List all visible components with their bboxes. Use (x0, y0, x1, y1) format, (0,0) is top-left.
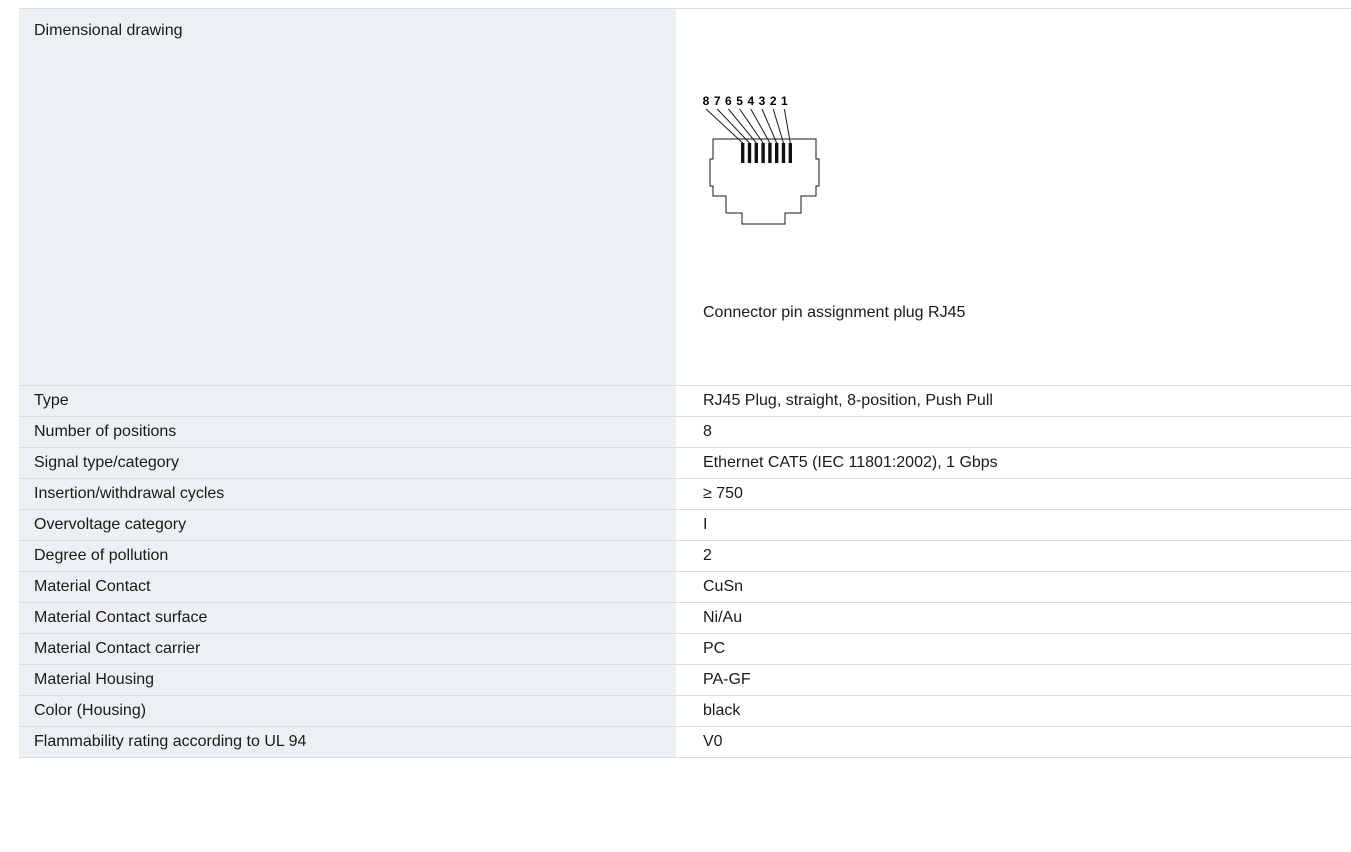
spec-value: 2 (676, 540, 1351, 572)
table-row: Material Contact carrier PC (19, 633, 1351, 665)
table-row: Material Contact CuSn (19, 571, 1351, 603)
pin-number-label: 8 (703, 94, 710, 108)
spec-value: CuSn (676, 571, 1351, 603)
pin-contacts (741, 143, 792, 163)
spec-table: Dimensional drawing 87654321 Connector p… (19, 9, 1351, 758)
pin-leader-line (728, 108, 757, 144)
spec-label: Type (19, 385, 676, 417)
spec-value: black (676, 695, 1351, 727)
spec-label: Overvoltage category (19, 509, 676, 541)
table-row: Material Contact surface Ni/Au (19, 602, 1351, 634)
drawing-cell: 87654321 Connector pin assignment plug R… (676, 9, 1351, 386)
spec-label: Material Contact carrier (19, 633, 676, 665)
pin-leader-line (705, 108, 744, 144)
pin-number-label: 1 (781, 94, 788, 108)
table-row-drawing: Dimensional drawing 87654321 Connector p… (19, 9, 1351, 386)
spec-value: I (676, 509, 1351, 541)
table-row: Material Housing PA-GF (19, 664, 1351, 696)
spec-label: Material Housing (19, 664, 676, 696)
pin-leader-line (716, 108, 750, 144)
spec-value: PC (676, 633, 1351, 665)
table-row: Type RJ45 Plug, straight, 8-position, Pu… (19, 385, 1351, 417)
spec-page: Dimensional drawing 87654321 Connector p… (0, 0, 1351, 852)
spec-value: V0 (676, 726, 1351, 758)
spec-label-drawing: Dimensional drawing (19, 9, 676, 386)
spec-value: 8 (676, 416, 1351, 448)
table-row: Number of positions 8 (19, 416, 1351, 448)
spec-value: ≥ 750 (676, 478, 1351, 510)
rj45-plug-drawing: 87654321 (703, 94, 820, 225)
pin-number-label: 5 (736, 94, 743, 108)
spec-value: RJ45 Plug, straight, 8-position, Push Pu… (676, 385, 1351, 417)
pin-contact (741, 143, 745, 163)
pin-number-label: 2 (770, 94, 777, 108)
spec-label: Material Contact (19, 571, 676, 603)
table-row: Overvoltage category I (19, 509, 1351, 541)
spec-label: Material Contact surface (19, 602, 676, 634)
pin-contact (768, 143, 772, 163)
pin-leader-line (750, 108, 771, 144)
pin-contact (754, 143, 758, 163)
pin-contact (781, 143, 786, 163)
spec-label: Flammability rating according to UL 94 (19, 726, 676, 758)
spec-value: PA-GF (676, 664, 1351, 696)
pin-number-label: 7 (714, 94, 721, 108)
spec-value: Ni/Au (676, 602, 1351, 634)
spec-label: Color (Housing) (19, 695, 676, 727)
pin-contact (788, 143, 792, 163)
pin-number-labels: 87654321 (703, 94, 788, 108)
pin-leader-line (783, 108, 791, 144)
spec-label: Number of positions (19, 416, 676, 448)
pin-contact (761, 143, 765, 163)
pin-leader-lines (705, 108, 791, 144)
pin-number-label: 4 (747, 94, 754, 108)
spec-label: Degree of pollution (19, 540, 676, 572)
spec-label: Insertion/withdrawal cycles (19, 478, 676, 510)
table-row: Signal type/category Ethernet CAT5 (IEC … (19, 447, 1351, 479)
table-row: Insertion/withdrawal cycles ≥ 750 (19, 478, 1351, 510)
pin-number-label: 6 (725, 94, 732, 108)
table-row: Flammability rating according to UL 94 V… (19, 726, 1351, 758)
spec-label: Signal type/category (19, 447, 676, 479)
pin-number-label: 3 (759, 94, 766, 108)
table-row: Color (Housing) black (19, 695, 1351, 727)
rj45-pin-diagram: 87654321 (698, 91, 838, 251)
pin-leader-line (739, 108, 764, 144)
spec-value: Ethernet CAT5 (IEC 11801:2002), 1 Gbps (676, 447, 1351, 479)
drawing-caption: Connector pin assignment plug RJ45 (703, 304, 966, 321)
pin-contact (775, 143, 779, 163)
table-row: Degree of pollution 2 (19, 540, 1351, 572)
pin-contact (747, 143, 752, 163)
